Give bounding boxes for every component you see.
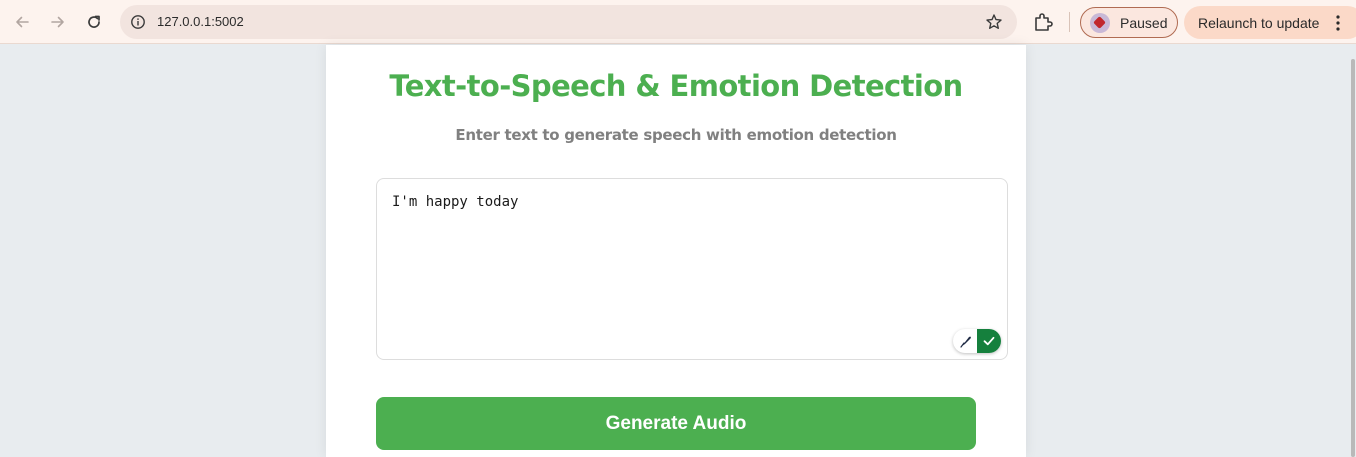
extensions-icon[interactable] (1032, 11, 1054, 33)
url-text[interactable]: 127.0.0.1:5002 (157, 14, 244, 29)
paused-label: Paused (1120, 14, 1168, 31)
avatar (1090, 12, 1110, 33)
toolbar-divider (1069, 12, 1070, 32)
reload-button[interactable] (81, 9, 107, 35)
back-button[interactable] (9, 9, 35, 35)
text-input[interactable]: I'm happy today (377, 179, 1007, 359)
more-menu-icon[interactable] (1336, 15, 1340, 31)
scrollbar-thumb[interactable] (1351, 59, 1355, 457)
forward-button[interactable] (45, 9, 71, 35)
page-scrollbar[interactable] (1349, 45, 1356, 457)
relaunch-label: Relaunch to update (1198, 14, 1320, 31)
check-icon[interactable] (977, 329, 1001, 353)
profile-paused-chip[interactable]: Paused (1080, 7, 1178, 38)
back-arrow-icon (16, 16, 29, 28)
grammar-widget[interactable] (953, 329, 1001, 353)
relaunch-button[interactable]: Relaunch to update (1184, 6, 1356, 39)
address-bar[interactable]: 127.0.0.1:5002 (120, 5, 1017, 39)
text-input-container: I'm happy today (376, 178, 1008, 360)
reload-icon (88, 15, 100, 28)
feather-icon[interactable] (958, 333, 974, 349)
browser-toolbar: 127.0.0.1:5002 Paused Relaunch to update (0, 0, 1356, 44)
page-title: Text-to-Speech & Emotion Detection (389, 69, 963, 103)
forward-arrow-icon (51, 16, 64, 28)
generate-audio-button[interactable]: Generate Audio (376, 397, 976, 450)
info-icon[interactable] (130, 14, 146, 30)
bookmark-star-icon[interactable] (985, 13, 1003, 31)
main-card: Text-to-Speech & Emotion Detection Enter… (326, 45, 1026, 457)
page-subtitle: Enter text to generate speech with emoti… (455, 126, 897, 144)
